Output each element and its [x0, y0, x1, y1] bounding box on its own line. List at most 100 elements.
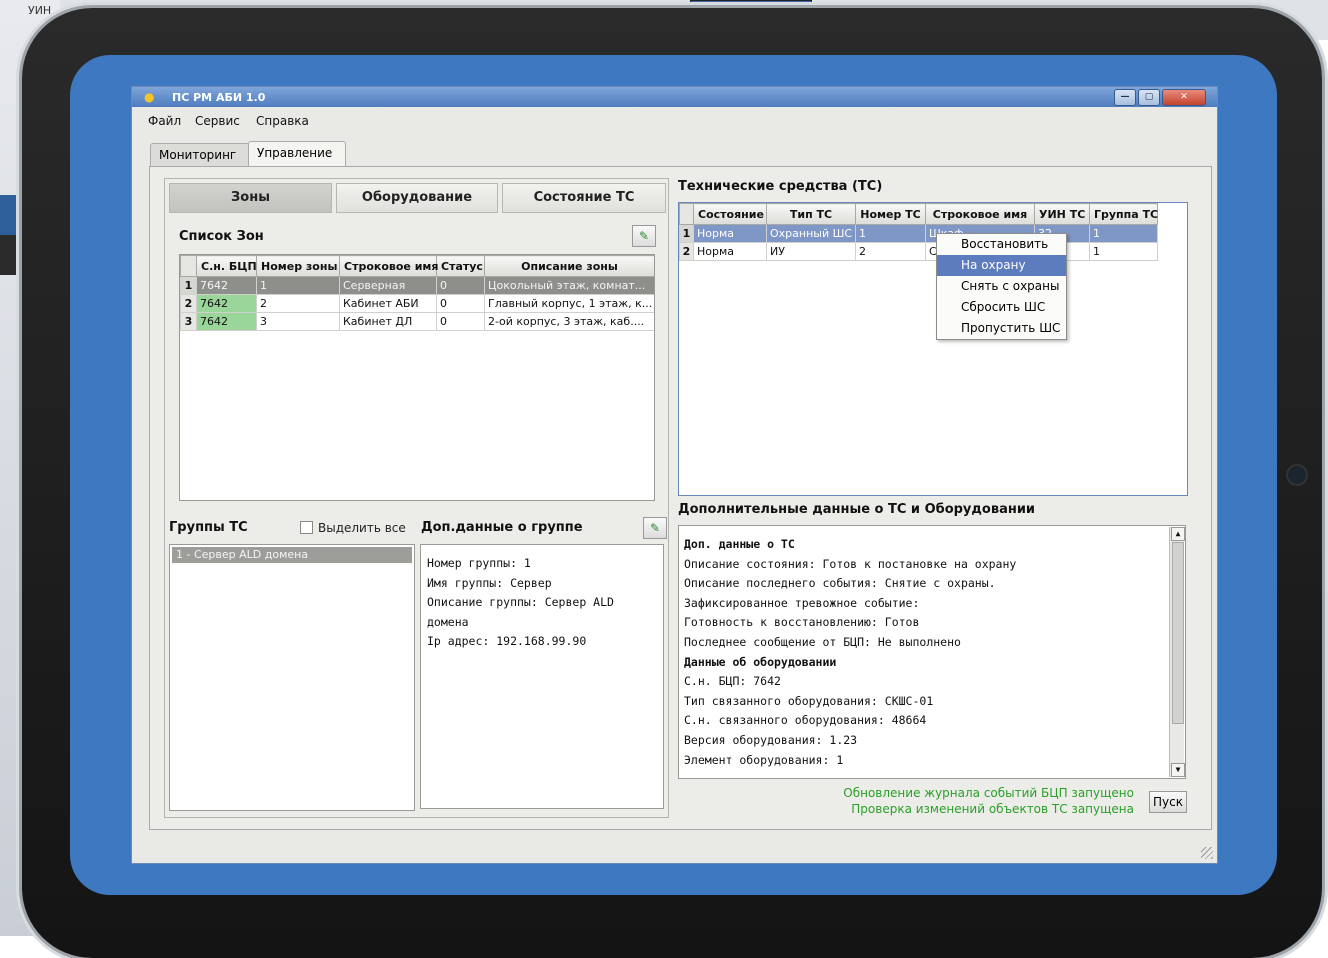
detail-line: Версия оборудования: 1.23 — [684, 732, 858, 747]
table-row[interactable]: 2 Норма ИУ 2 С 1 — [679, 242, 1158, 261]
checkbox-box[interactable] — [300, 521, 313, 534]
resize-grip-icon[interactable] — [1201, 847, 1213, 859]
table-cell[interactable]: 2-ой корпус, 3 этаж, каб.... — [484, 312, 654, 331]
row-number: 2 — [180, 294, 197, 313]
segment-equipment[interactable]: Оборудование — [336, 183, 498, 213]
table-cell[interactable]: 0 — [436, 294, 485, 313]
menu-help[interactable]: Справка — [256, 114, 309, 128]
menu-item-disarm[interactable]: Снять с охраны — [937, 276, 1066, 297]
scroll-thumb[interactable] — [1172, 542, 1184, 724]
menu-item-skip-shs[interactable]: Пропустить ШС — [937, 318, 1066, 339]
table-row[interactable]: 1 Норма Охранный ШС 1 Шкаф 32 1 — [679, 224, 1158, 243]
close-button[interactable]: ✕ — [1162, 89, 1206, 106]
zones-table-header: С.н. БЦП Номер зоны Строковое имя Статус… — [180, 255, 654, 277]
detail-line: Тип связанного оборудования: СКШС-01 — [684, 693, 934, 708]
detail-line: Описание группы: Сервер ALD — [427, 595, 614, 610]
column-header[interactable]: Тип ТС — [766, 203, 856, 225]
table-cell[interactable]: Серверная — [339, 276, 437, 295]
app-window: ● ПС РМ АБИ 1.0 — ▢ ✕ Файл Сервис Справк… — [131, 86, 1218, 864]
row-number-header — [679, 203, 694, 225]
menu-service[interactable]: Сервис — [195, 114, 240, 128]
maximize-button[interactable]: ▢ — [1138, 89, 1160, 106]
app-icon: ● — [144, 90, 155, 104]
table-cell[interactable]: 7642 — [196, 294, 257, 313]
table-row[interactable]: 2 7642 2 Кабинет АБИ 0 Главный корпус, 1… — [180, 294, 654, 313]
menu-item-arm[interactable]: На охрану — [937, 255, 1066, 276]
select-all-label: Выделить все — [318, 521, 406, 535]
section-heading: Данные об оборудовании — [684, 654, 837, 669]
management-panel: Зоны Оборудование Состояние ТС Список Зо… — [149, 166, 1212, 830]
camera-icon — [1286, 464, 1308, 486]
window-title: ПС РМ АБИ 1.0 — [172, 91, 266, 104]
table-row[interactable]: 3 7642 3 Кабинет ДЛ 0 2-ой корпус, 3 эта… — [180, 312, 654, 331]
table-cell[interactable]: Норма — [693, 224, 767, 243]
table-cell[interactable]: 1 — [855, 224, 926, 243]
table-cell[interactable]: 1 — [256, 276, 340, 295]
group-details-title: Доп.данные о группе — [421, 520, 583, 535]
column-header[interactable]: Номер зоны — [256, 255, 340, 277]
row-number: 1 — [180, 276, 197, 295]
table-cell[interactable]: Цокольный этаж, комнат... — [484, 276, 654, 295]
column-header[interactable]: С.н. БЦП — [196, 255, 257, 277]
table-cell[interactable]: 0 — [436, 312, 485, 331]
detail-line: Ip адрес: 192.168.99.90 — [427, 634, 587, 649]
column-header[interactable]: Группа ТС — [1089, 203, 1158, 225]
detail-line: Номер группы: 1 — [427, 556, 531, 570]
table-cell[interactable]: 1 — [1089, 242, 1158, 261]
scroll-up-icon[interactable]: ▲ — [1171, 527, 1185, 541]
start-button[interactable]: Пуск — [1149, 791, 1187, 813]
menu-file[interactable]: Файл — [148, 114, 181, 128]
detail-line: Зафиксированное тревожное событие: — [684, 595, 920, 610]
table-cell[interactable]: Кабинет АБИ — [339, 294, 437, 313]
minimize-button[interactable]: — — [1114, 89, 1136, 106]
column-header[interactable]: УИН ТС — [1034, 203, 1090, 225]
list-item[interactable]: 1 - Сервер ALD домена — [172, 547, 412, 563]
column-header[interactable]: Описание зоны — [484, 255, 654, 277]
detail-line: Описание последнего события: Снятие с ох… — [684, 576, 996, 591]
column-header[interactable]: Статус — [436, 255, 485, 277]
status-message: Обновление журнала событий БЦП запущено — [843, 786, 1134, 800]
tab-management[interactable]: Управление — [248, 141, 346, 167]
table-cell[interactable]: 7642 — [196, 312, 257, 331]
segment-ts-state[interactable]: Состояние ТС — [502, 183, 666, 213]
tab-monitoring[interactable]: Мониторинг — [150, 143, 252, 166]
ts-groups-title: Группы ТС — [169, 520, 248, 535]
table-cell[interactable]: 2 — [855, 242, 926, 261]
ts-title: Технические средства (ТС) — [678, 179, 883, 194]
title-bar[interactable]: ● ПС РМ АБИ 1.0 — ▢ ✕ — [132, 87, 1217, 107]
table-cell[interactable]: 7642 — [196, 276, 257, 295]
table-cell[interactable]: 2 — [256, 294, 340, 313]
row-number: 3 — [180, 312, 197, 331]
column-header[interactable]: Состояние — [693, 203, 767, 225]
row-number: 2 — [679, 242, 694, 261]
table-cell[interactable]: Норма — [693, 242, 767, 261]
table-cell[interactable]: 3 — [256, 312, 340, 331]
detail-line: домена — [427, 614, 469, 629]
section-heading: Доп. данные о ТС — [684, 537, 795, 551]
detail-line: Имя группы: Сервер — [427, 575, 552, 590]
table-cell[interactable]: Кабинет ДЛ — [339, 312, 437, 331]
menu-item-restore[interactable]: Восстановить — [937, 234, 1066, 255]
table-cell[interactable]: Охранный ШС — [766, 224, 856, 243]
extra-title: Дополнительные данные о ТС и Оборудовани… — [678, 502, 1036, 517]
vertical-scrollbar[interactable]: ▲ ▼ — [1169, 527, 1185, 777]
segment-zones[interactable]: Зоны — [169, 183, 332, 213]
edit-group-icon[interactable]: ✎ — [643, 517, 667, 539]
table-row[interactable]: 1 7642 1 Серверная 0 Цокольный этаж, ком… — [180, 276, 654, 295]
background-text: УИН — [28, 4, 52, 17]
ts-groups-list[interactable]: 1 - Сервер ALD домена — [169, 544, 415, 811]
menu-item-reset-shs[interactable]: Сбросить ШС — [937, 297, 1066, 318]
table-cell[interactable]: 0 — [436, 276, 485, 295]
column-header[interactable]: Строковое имя — [925, 203, 1035, 225]
edit-zones-icon[interactable]: ✎ — [632, 225, 656, 247]
select-all-checkbox[interactable]: Выделить все — [300, 521, 406, 535]
detail-line: Элемент оборудования: 1 — [684, 752, 844, 767]
table-cell[interactable]: 1 — [1089, 224, 1158, 243]
scroll-down-icon[interactable]: ▼ — [1171, 763, 1185, 777]
row-number: 1 — [679, 224, 694, 243]
detail-line: С.н. связанного оборудования: 48664 — [684, 713, 927, 728]
column-header[interactable]: Строковое имя — [339, 255, 438, 277]
column-header[interactable]: Номер ТС — [855, 203, 926, 225]
table-cell[interactable]: ИУ — [766, 242, 856, 261]
table-cell[interactable]: Главный корпус, 1 этаж, к... — [484, 294, 654, 313]
